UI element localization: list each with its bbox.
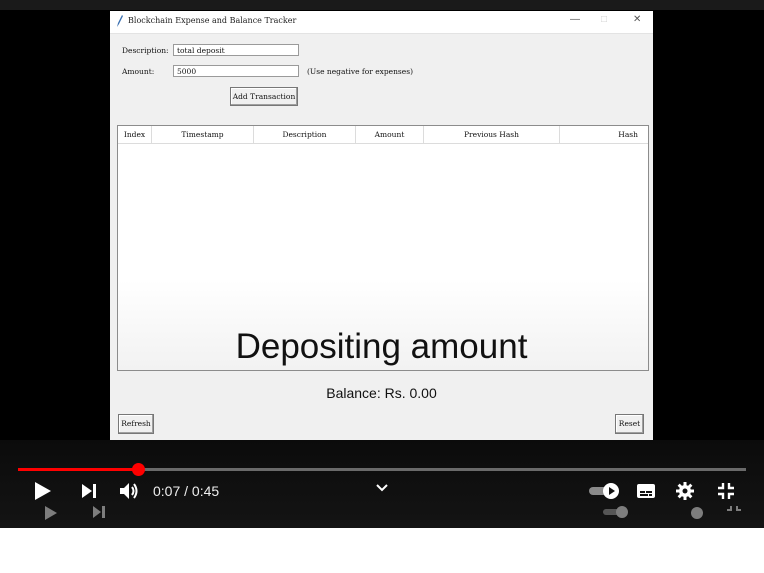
progress-fill [18,468,139,471]
close-icon[interactable]: ✕ [633,14,641,25]
add-transaction-button[interactable]: Add Transaction [230,87,298,106]
ghost-settings-icon [691,507,703,519]
video-player[interactable]: Blockchain Expense and Balance Tracker —… [0,0,764,528]
minimize-icon[interactable]: — [570,14,580,25]
ghost-fullscreen-icon [727,506,741,511]
column-header-previous-hash[interactable]: Previous Hash [424,126,560,143]
window-titlebar: Blockchain Expense and Balance Tracker —… [110,11,653,34]
table-header: Index Timestamp Description Amount Previ… [118,126,648,144]
ghost-controls-overlay [8,503,764,528]
autoplay-toggle-icon[interactable] [588,482,622,500]
amount-hint: (Use negative for expenses) [307,67,413,76]
progress-bar[interactable] [18,463,746,476]
amount-label: Amount: [122,67,155,76]
column-header-timestamp[interactable]: Timestamp [152,126,254,143]
ghost-toggle-icon [603,506,628,518]
feather-icon [117,15,123,27]
next-icon[interactable] [81,483,97,499]
description-field[interactable]: total deposit [173,44,299,56]
window-title: Blockchain Expense and Balance Tracker [128,16,297,25]
maximize-icon[interactable]: □ [601,14,607,25]
amount-field[interactable]: 5000 [173,65,299,77]
column-header-hash[interactable]: Hash [560,126,648,143]
ghost-play-icon [45,506,57,520]
column-header-index[interactable]: Index [118,126,152,143]
settings-icon[interactable] [676,482,694,500]
ghost-next-icon [93,506,105,518]
time-display: 0:07 / 0:45 [153,483,220,499]
video-caption: Depositing amount [235,327,528,366]
balance-label: Balance: Rs. 0.00 [326,385,437,401]
column-header-amount[interactable]: Amount [356,126,424,143]
description-label: Description: [122,46,169,55]
subtitles-icon[interactable] [636,483,656,499]
exit-fullscreen-icon[interactable] [717,482,735,500]
volume-icon[interactable] [119,482,139,500]
play-icon[interactable] [34,481,52,501]
reset-button[interactable]: Reset [615,414,644,434]
refresh-button[interactable]: Refresh [118,414,154,434]
column-header-description[interactable]: Description [254,126,356,143]
video-frame[interactable]: Blockchain Expense and Balance Tracker —… [110,11,653,440]
chevron-down-icon[interactable] [376,484,388,492]
player-top-strip [0,0,764,10]
